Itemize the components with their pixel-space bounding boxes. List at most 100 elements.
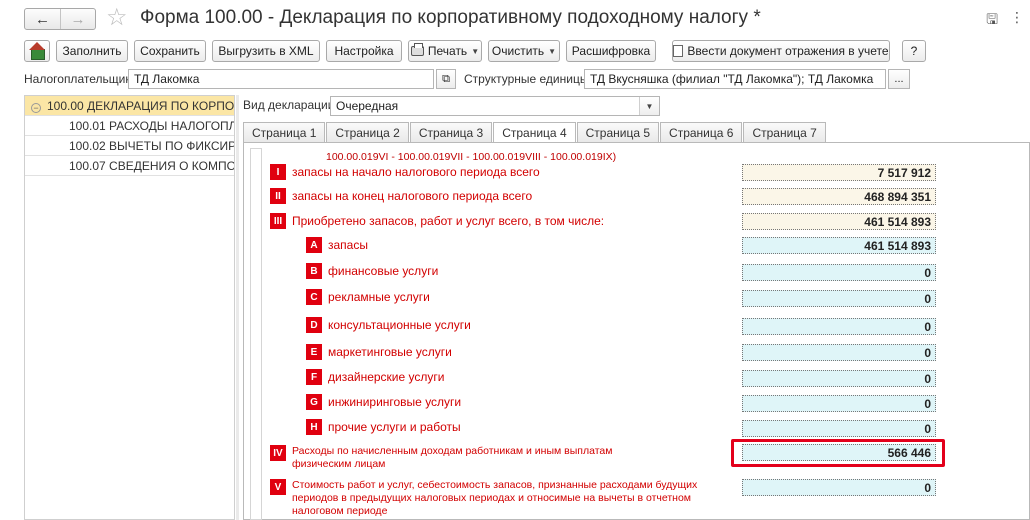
line-value-field[interactable]: 461 514 893: [742, 237, 936, 254]
taxpayer-row: Налогоплательщик: ТД Лакомка ⧉ Структурн…: [0, 69, 1030, 89]
line-label: рекламные услуги: [328, 289, 430, 304]
line-label: инжиниринговые услуги: [328, 394, 462, 409]
enter-document-label: Ввести документ отражения в учете: [687, 44, 889, 58]
line-value-field[interactable]: 461 514 893: [742, 213, 936, 230]
form-line-IV: IV Расходы по начисленным доходам работни…: [270, 445, 672, 471]
form-line-D: Dконсультационные услуги: [306, 317, 471, 333]
line-code-badge: F: [306, 369, 322, 385]
formula-text: 100.00.019VI - 100.00.019VII - 100.00.01…: [326, 151, 617, 163]
line-value-field[interactable]: 0: [742, 318, 936, 335]
declaration-type-select[interactable]: Очередная ▼: [330, 96, 660, 116]
declaration-type-label: Вид декларации:: [243, 98, 338, 112]
chevron-down-icon[interactable]: ▼: [639, 97, 659, 115]
form-line-I: Iзапасы на начало налогового периода все…: [270, 164, 540, 180]
document-icon: [673, 45, 684, 57]
line-code-badge: III: [270, 213, 286, 229]
line-value-field[interactable]: 0: [742, 420, 936, 437]
line-code-badge: II: [270, 188, 286, 204]
line-code-badge: IV: [270, 445, 286, 461]
units-select-button[interactable]: ...: [888, 69, 910, 89]
line-label: запасы на конец налогового периода всего: [292, 188, 533, 203]
line-label: запасы: [328, 237, 368, 252]
line-value-field[interactable]: 0: [742, 264, 936, 281]
tab-page-7[interactable]: Страница 7: [743, 122, 826, 143]
units-field[interactable]: ТД Вкусняшка (филиал "ТД Лакомка"); ТД Л…: [584, 69, 886, 89]
line-code-badge: B: [306, 263, 322, 279]
clear-label: Очистить: [491, 44, 545, 58]
form-line-V: V Стоимость работ и услуг, себестоимость …: [270, 479, 712, 518]
tree-item[interactable]: 100.01 РАСХОДЫ НАЛОГОПЛАТ: [25, 116, 234, 136]
title-icons: 🖫 ⋮: [986, 9, 1024, 33]
breakdown-button[interactable]: Расшифровка: [566, 40, 656, 62]
sections-tree: −100.00 ДЕКЛАРАЦИЯ ПО КОРПОРА 100.01 РАС…: [24, 95, 235, 520]
line-code-badge: G: [306, 394, 322, 410]
tab-page-4[interactable]: Страница 4: [493, 122, 576, 144]
page-tabs: Страница 1 Страница 2 Страница 3 Страница 4…: [243, 122, 827, 144]
line-code-badge: A: [306, 237, 322, 253]
home-icon: [29, 42, 45, 60]
form-line-B: Bфинансовые услуги: [306, 263, 438, 279]
clear-button[interactable]: Очистить ▼: [488, 40, 560, 62]
line-label: дизайнерские услуги: [328, 369, 445, 384]
chevron-down-icon: ▼: [471, 46, 480, 56]
tab-page-6[interactable]: Страница 6: [660, 122, 743, 143]
disk-icon[interactable]: 🖫: [986, 9, 998, 33]
forward-button[interactable]: →: [59, 9, 95, 29]
line-code-badge: I: [270, 164, 286, 180]
tab-page-3[interactable]: Страница 3: [409, 122, 493, 143]
tab-page-1[interactable]: Страница 1: [243, 122, 326, 143]
tree-item[interactable]: 100.02 ВЫЧЕТЫ ПО ФИКСИРОВ: [25, 136, 234, 156]
line-value-field[interactable]: 0: [742, 370, 936, 387]
form-line-F: Fдизайнерские услуги: [306, 369, 444, 385]
menu-icon[interactable]: ⋮: [1010, 9, 1024, 33]
chevron-down-icon: ▼: [548, 46, 557, 56]
line-code-badge: E: [306, 344, 322, 360]
toolbar: Заполнить Сохранить Выгрузить в XML Наст…: [0, 40, 1030, 64]
line-value-field[interactable]: 0: [742, 395, 936, 412]
form-line-E: Eмаркетинговые услуги: [306, 344, 452, 360]
line-value-field[interactable]: 0: [742, 290, 936, 307]
back-button[interactable]: ←: [25, 9, 60, 29]
arrow-left-icon: ←: [34, 10, 50, 28]
title-bar: ← → ☆ Форма 100.00 - Декларация по корпо…: [0, 0, 1030, 38]
printer-icon: [410, 43, 424, 56]
line-value-field[interactable]: 0: [742, 344, 936, 361]
enter-document-button[interactable]: Ввести документ отражения в учете: [672, 40, 890, 62]
form-line-C: Cрекламные услуги: [306, 289, 430, 305]
fill-button[interactable]: Заполнить: [56, 40, 128, 62]
tab-page-5[interactable]: Страница 5: [576, 122, 660, 143]
form-line-G: Gинжиниринговые услуги: [306, 394, 461, 410]
declaration-type-value: Очередная: [336, 99, 399, 113]
line-value-field[interactable]: 0: [742, 479, 936, 496]
taxpayer-field[interactable]: ТД Лакомка: [128, 69, 434, 89]
units-label: Структурные единицы:: [464, 72, 592, 86]
form-scroll-area: [250, 148, 262, 520]
line-code-badge: V: [270, 479, 286, 495]
home-button[interactable]: [24, 40, 50, 62]
line-label: маркетинговые услуги: [328, 344, 452, 359]
form-line-II: II запасы на конец налогового периода все…: [270, 188, 532, 204]
line-value-field[interactable]: 7 517 912: [742, 164, 936, 181]
nav-buttons: ← →: [24, 8, 96, 30]
star-icon[interactable]: ☆: [106, 4, 128, 32]
export-xml-button[interactable]: Выгрузить в XML: [212, 40, 320, 62]
tab-page-2[interactable]: Страница 2: [326, 122, 409, 143]
help-button[interactable]: ?: [902, 40, 926, 62]
line-code-badge: C: [306, 289, 322, 305]
line-value-field[interactable]: 468 894 351: [742, 188, 936, 205]
line-label: прочие услуги и работы: [328, 419, 461, 434]
save-button[interactable]: Сохранить: [134, 40, 206, 62]
collapse-icon[interactable]: −: [31, 103, 41, 113]
tree-item-root[interactable]: −100.00 ДЕКЛАРАЦИЯ ПО КОРПОРА: [25, 96, 234, 116]
open-taxpayer-button[interactable]: ⧉: [436, 69, 456, 89]
form-line-III: III Приобретено запасов, работ и услуг вс…: [270, 213, 604, 229]
print-button[interactable]: Печать ▼: [408, 40, 482, 62]
arrow-right-icon: →: [70, 10, 86, 28]
line-label: запасы на начало налогового периода всег…: [292, 164, 540, 179]
print-label: Печать: [427, 44, 468, 58]
panel-splitter[interactable]: [236, 95, 239, 520]
form-line-A: Aзапасы: [306, 237, 368, 253]
settings-button[interactable]: Настройка: [326, 40, 402, 62]
line-label: консультационные услуги: [328, 317, 471, 332]
tree-item[interactable]: 100.07 СВЕДЕНИЯ О КОМПОНЕ: [25, 156, 234, 176]
